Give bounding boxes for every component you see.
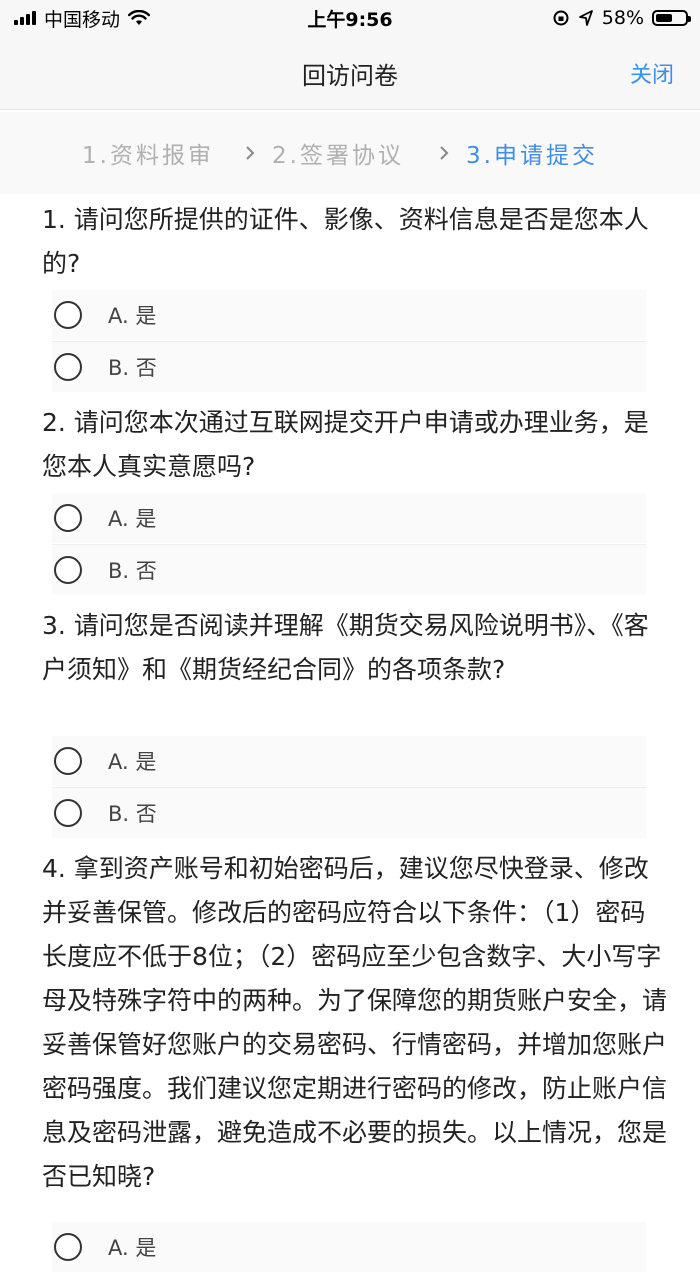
question-1-option-a[interactable]: A. 是 (52, 290, 646, 340)
option-label: A. 是 (108, 1236, 157, 1260)
question-4-option-a[interactable]: A. 是 (52, 1222, 646, 1272)
battery-percent: 58% (601, 7, 644, 29)
radio-icon[interactable] (54, 301, 82, 329)
question-1: 1. 请问您所提供的证件、影像、资料信息是否是您本人的? (42, 205, 649, 278)
step-2: 2.签署协议 (272, 143, 404, 169)
option-label: A. 是 (108, 304, 157, 328)
question-3-option-a[interactable]: A. 是 (52, 736, 646, 786)
question-4: 4. 拿到资产账号和初始密码后，建议您尽快登录、修改并妥善保管。修改后的密码应符… (42, 854, 668, 1191)
page-title: 回访问卷 (302, 61, 398, 90)
step-indicator: 1.资料报审 2.签署协议 3.申请提交 (0, 112, 700, 194)
chevron-right-icon (244, 112, 256, 194)
wifi-icon (128, 10, 151, 25)
question-2-option-b[interactable]: B. 否 (52, 545, 646, 595)
radio-icon[interactable] (54, 799, 82, 827)
orientation-lock-icon (553, 10, 569, 26)
cellular-signal-icon (14, 11, 36, 25)
battery-level-fill (656, 14, 673, 22)
question-1-option-b[interactable]: B. 否 (52, 342, 646, 392)
step-3: 3.申请提交 (466, 143, 598, 169)
radio-icon[interactable] (54, 1233, 82, 1261)
carrier-name: 中国移动 (44, 8, 121, 31)
option-label: B. 否 (108, 356, 157, 380)
radio-icon[interactable] (54, 556, 82, 584)
question-3-option-b[interactable]: B. 否 (52, 788, 646, 838)
option-label: A. 是 (108, 750, 157, 774)
option-label: B. 否 (108, 802, 157, 826)
status-left: 中国移动 (14, 0, 151, 36)
option-label: A. 是 (108, 507, 157, 531)
question-2-option-a[interactable]: A. 是 (52, 493, 646, 543)
status-right: 58% (552, 0, 691, 36)
status-bar: 中国移动 上午9:56 58% (0, 0, 700, 36)
chevron-right-icon (438, 112, 450, 194)
radio-icon[interactable] (54, 504, 82, 532)
step-1: 1.资料报审 (82, 143, 214, 169)
location-arrow-icon (578, 10, 593, 26)
radio-icon[interactable] (54, 353, 82, 381)
question-3: 3. 请问您是否阅读并理解《期货交易风险说明书》、《客户须知》和《期货经纪合同》… (42, 611, 649, 684)
close-button[interactable]: 关闭 (630, 36, 674, 110)
radio-icon[interactable] (54, 747, 82, 775)
option-label: B. 否 (108, 559, 157, 583)
question-2: 2. 请问您本次通过互联网提交开户申请或办理业务，是您本人真实意愿吗? (42, 408, 649, 481)
battery-icon (652, 10, 691, 26)
nav-bar: 回访问卷 关闭 (0, 36, 700, 110)
